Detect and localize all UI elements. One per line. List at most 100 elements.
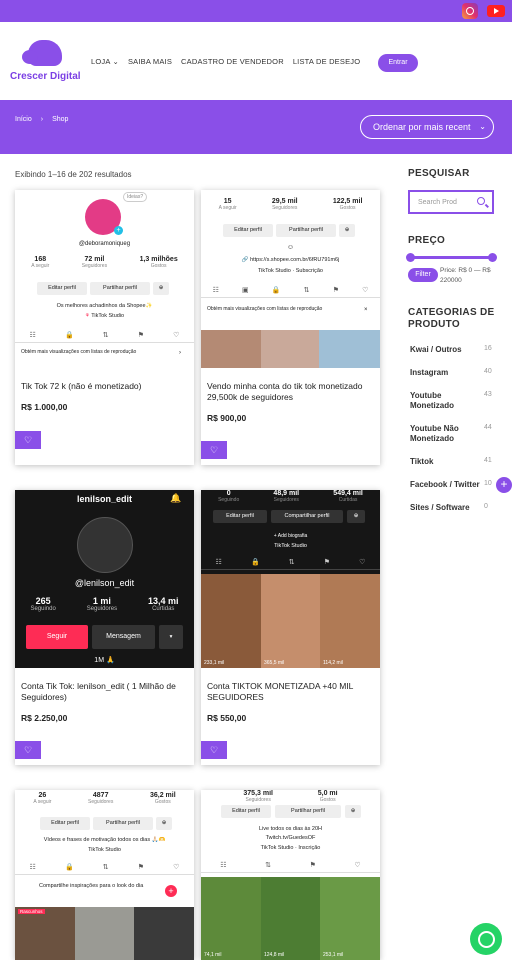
follow-button: Seguir xyxy=(26,625,88,649)
nav-item-saiba-mais[interactable]: SAIBA MAIS xyxy=(128,57,172,66)
cloud-logo-icon xyxy=(22,40,62,66)
add-icon: + xyxy=(165,885,177,897)
category-count: 0 xyxy=(484,503,488,510)
stat-likes: 549,4 mil Curtidas xyxy=(333,490,363,503)
heart-icon: ♡ xyxy=(362,287,369,294)
product-image[interactable]: 375,3 mil Seguidores 5,0 mi Gostos Editar … xyxy=(201,790,380,960)
playlist-banner: Obtém mais visualizações com listas de r… xyxy=(207,306,323,312)
category-count: 40 xyxy=(484,368,492,375)
category-link[interactable]: Youtube Não Monetizado xyxy=(410,424,480,444)
product-card[interactable]: 375,3 mil Seguidores 5,0 mi Gostos Editar … xyxy=(201,790,380,960)
profile-stats: 168 A seguir 72 mil Seguidores 1,3 milhões… xyxy=(15,256,194,269)
breadcrumb: Início › Shop xyxy=(15,116,68,123)
video-thumbnail: 233,1 mil xyxy=(201,574,261,668)
product-card[interactable]: 15 A seguir 29,5 mil Seguidores 122,5 mil G… xyxy=(201,190,380,465)
wishlist-heart-icon[interactable]: ♡ xyxy=(201,441,227,459)
search-input[interactable]: Search Prod xyxy=(408,190,494,214)
search-icon[interactable] xyxy=(477,197,485,205)
whatsapp-icon[interactable] xyxy=(470,923,502,955)
wishlist-heart-icon[interactable]: ♡ xyxy=(15,431,41,449)
main-nav: LOJA ⌄ SAIBA MAIS CADASTRO DE VENDEDOR L… xyxy=(91,57,360,66)
nav-item-loja[interactable]: LOJA ⌄ xyxy=(91,57,119,66)
instagram-icon[interactable] xyxy=(462,3,478,19)
wishlist-heart-icon[interactable]: ♡ xyxy=(201,741,227,759)
link-icon: 🔗 xyxy=(241,257,249,263)
nav-item-lista-desejo[interactable]: LISTA DE DESEJO xyxy=(293,57,360,66)
product-image[interactable]: lenilson_edit 🔔 @lenilson_edit 265 Seguin… xyxy=(15,490,194,668)
product-image[interactable]: 15 A seguir 29,5 mil Seguidores 122,5 mil G… xyxy=(201,190,380,368)
product-price: R$ 1.000,00 xyxy=(21,402,68,412)
edit-profile-button: Editar perfil xyxy=(37,282,87,295)
profile-link: Twitch.tv/GuedesOF xyxy=(265,835,316,841)
profile-tabs: ☷ 🔒 ⇅ ⚑ ♡ xyxy=(15,331,194,343)
price-slider[interactable] xyxy=(406,253,497,262)
shop-banner: Início › Shop Ordenar por mais recent ⌄ xyxy=(0,100,512,154)
product-image[interactable]: Ideias? + @deboramoniqueg 168 A seguir 72… xyxy=(15,190,194,368)
repost-icon: ⇅ xyxy=(265,862,271,869)
slider-max-handle[interactable] xyxy=(488,253,497,262)
stat-following: 26 A seguir xyxy=(33,792,52,805)
category-link[interactable]: Youtube Monetizado xyxy=(410,391,480,411)
product-card[interactable]: 26 A seguir 4877 Seguidores 36,2 mil Gostos… xyxy=(15,790,194,960)
product-title[interactable]: Vendo minha conta do tik tok monetizado … xyxy=(207,381,372,403)
stat-likes: 36,2 mil Gostos xyxy=(149,792,176,805)
filter-button[interactable]: Filter xyxy=(408,268,438,282)
bookmark-icon: ⚑ xyxy=(137,864,145,871)
product-card[interactable]: lenilson_edit 🔔 @lenilson_edit 265 Seguin… xyxy=(15,490,194,765)
product-card[interactable]: Ideias? + @deboramoniqueg 168 A seguir 72… xyxy=(15,190,194,465)
profile-bio: Os melhores achadinhos da Shopee✨ xyxy=(56,303,153,309)
avatar xyxy=(77,517,133,573)
profile-link: 🔗 https://s.shopee.com.br/6fRU791m6j xyxy=(241,257,340,263)
plus-icon[interactable]: + xyxy=(496,477,512,493)
breadcrumb-home[interactable]: Início xyxy=(15,116,32,123)
video-thumbnail: 253,1 mil xyxy=(320,877,380,960)
product-image[interactable]: 26 A seguir 4877 Seguidores 36,2 mil Gostos… xyxy=(15,790,194,960)
stat-followers: 29,5 mil Seguidores xyxy=(271,198,298,211)
product-price: R$ 550,00 xyxy=(207,713,247,723)
nav-item-cadastro[interactable]: CADASTRO DE VENDEDOR xyxy=(181,57,284,66)
product-card[interactable]: 0 Seguindo 48,9 mil Seguidores 549,4 mil Cu… xyxy=(201,490,380,765)
price-title: PREÇO xyxy=(408,235,446,246)
bookmark-icon: ⚑ xyxy=(137,332,145,339)
lock-icon: 🔒 xyxy=(64,864,74,871)
category-link[interactable]: Tiktok xyxy=(410,457,480,467)
category-link[interactable]: Instagram xyxy=(410,368,480,378)
profile-tabs: ☷ 🔒 ⇅ ⚑ ♡ xyxy=(15,863,194,875)
grid-icon: ☷ xyxy=(212,287,219,294)
category-link[interactable]: Sites / Software xyxy=(410,503,480,513)
login-button[interactable]: Entrar xyxy=(378,54,418,72)
category-count: 10 xyxy=(484,480,492,487)
bookmark-icon: ⚑ xyxy=(309,862,316,869)
order-select[interactable]: Ordenar por mais recent ⌄ xyxy=(360,115,494,139)
logo[interactable]: Crescer Digital xyxy=(10,40,81,90)
product-price: R$ 2.250,00 xyxy=(21,713,68,723)
product-title[interactable]: Tik Tok 72 k (não é monetizado) xyxy=(21,381,186,392)
look-banner: Compartilhe inspirações para o look do d… xyxy=(39,883,144,889)
top-bar xyxy=(0,0,512,22)
search-placeholder: Search Prod xyxy=(418,199,457,206)
youtube-icon[interactable] xyxy=(487,5,505,17)
heart-icon: ♡ xyxy=(173,332,180,339)
lock-icon: 🔒 xyxy=(271,287,281,294)
share-profile-button: Partilhar perfil xyxy=(276,224,336,237)
studio-link: ⚘ TikTok Studio xyxy=(84,313,125,319)
profile-stats: 26 A seguir 4877 Seguidores 36,2 mil Gostos xyxy=(15,792,194,805)
stat-following: 265 Seguindo xyxy=(30,596,56,612)
video-thumbnail: Rascunhos xyxy=(15,907,75,960)
studio-link: TikTok Studio xyxy=(274,543,307,549)
video-thumbnail: 114,2 mil xyxy=(320,574,380,668)
profile-tabs: ☷ ▣ 🔒 ⇅ ⚑ ♡ xyxy=(201,286,380,298)
slider-min-handle[interactable] xyxy=(406,253,415,262)
category-count: 43 xyxy=(484,391,492,398)
category-link[interactable]: Kwai / Outros xyxy=(410,345,480,355)
profile-bio: 1M 🙏 xyxy=(94,657,115,664)
product-title[interactable]: Conta TIKTOK MONETIZADA +40 MIL SEGUIDOR… xyxy=(207,681,372,703)
category-link[interactable]: Facebook / Twitter xyxy=(410,480,490,490)
stat-likes: 122,5 mil Gostos xyxy=(332,198,363,211)
studio-links: TikTok Studio · Inscrição xyxy=(260,845,321,851)
categories-title: CATEGORIAS DE PRODUTO xyxy=(408,307,495,330)
wishlist-heart-icon[interactable]: ♡ xyxy=(15,741,41,759)
product-title[interactable]: Conta Tik Tok: lenilson_edit ( 1 Milhão … xyxy=(21,681,186,703)
product-image[interactable]: 0 Seguindo 48,9 mil Seguidores 549,4 mil Cu… xyxy=(201,490,380,668)
add-friend-icon: ⊕ xyxy=(345,805,361,818)
